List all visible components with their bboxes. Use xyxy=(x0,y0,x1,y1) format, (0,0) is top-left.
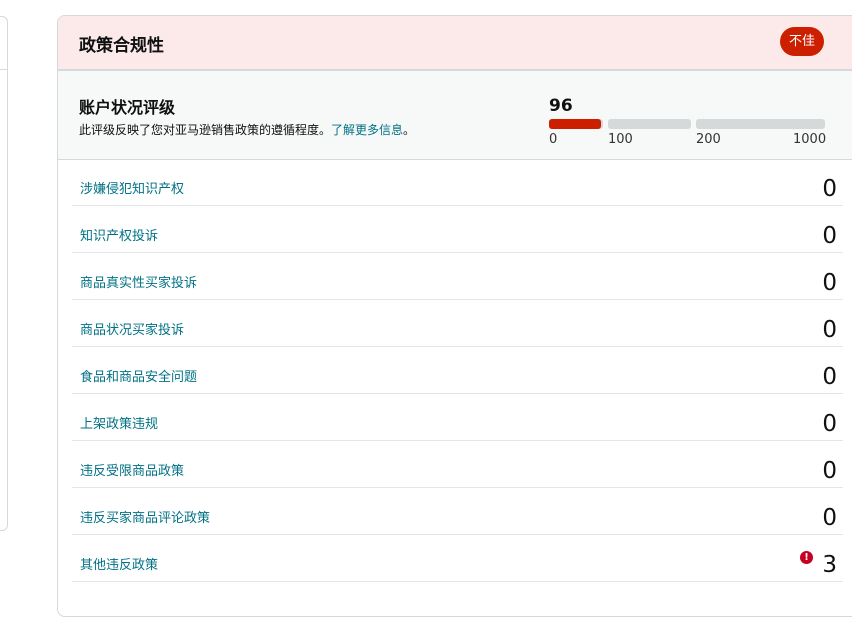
violation-label-link[interactable]: 食品和商品安全问题 xyxy=(80,366,197,385)
status-badge: 不佳 xyxy=(780,27,825,56)
violation-row: 违反受限商品政策 0 xyxy=(72,441,843,488)
violation-row: 商品真实性买家投诉 0 xyxy=(72,253,843,300)
score-tick-1000: 1000 xyxy=(793,132,827,147)
violation-label-link[interactable]: 涉嫌侵犯知识产权 xyxy=(80,178,184,197)
score-bar-fill xyxy=(549,119,601,129)
violation-row: 知识产权投诉 0 xyxy=(72,206,843,253)
rating-description: 此评级反映了您对亚马逊销售政策的遵循程度。了解更多信息。 xyxy=(79,121,415,138)
violation-list: 涉嫌侵犯知识产权 0 知识产权投诉 0 商品真实性买家投诉 0 商品状况买家投诉 0 食品和商品… xyxy=(72,159,843,582)
exclamation-circle-icon: ! xyxy=(800,551,813,564)
learn-more-link[interactable]: 了解更多信息 xyxy=(331,123,403,137)
violation-row: 违反买家商品评论政策 0 xyxy=(72,488,843,535)
rating-title: 账户状况评级 xyxy=(79,98,176,117)
score-bar-segment-bad xyxy=(549,119,603,129)
violation-label-link[interactable]: 其他违反政策 xyxy=(80,554,158,573)
violation-label-link[interactable]: 知识产权投诉 xyxy=(80,225,158,244)
violation-label-link[interactable]: 商品真实性买家投诉 xyxy=(80,272,197,291)
violation-row: 其他违反政策! 3 xyxy=(72,535,843,582)
left-panel xyxy=(0,16,8,531)
score-tick-200: 200 xyxy=(696,132,721,147)
rating-score: 96 xyxy=(549,96,573,116)
policy-compliance-card: 政策合规性 不佳 账户状况评级 此评级反映了您对亚马逊销售政策的遵循程度。了解更… xyxy=(57,15,852,617)
violation-label-link[interactable]: 违反买家商品评论政策 xyxy=(80,507,210,526)
score-tick-100: 100 xyxy=(608,132,633,147)
violation-count: 0 xyxy=(822,364,837,390)
card-header: 政策合规性 不佳 xyxy=(58,16,852,71)
violation-count: 3 xyxy=(822,552,837,578)
violation-row: 食品和商品安全问题 0 xyxy=(72,347,843,394)
violation-label-link[interactable]: 违反受限商品政策 xyxy=(80,460,184,479)
violation-count: 0 xyxy=(822,223,837,249)
violation-label-link[interactable]: 上架政策违规 xyxy=(80,413,158,432)
violation-row: 商品状况买家投诉 0 xyxy=(72,300,843,347)
rating-description-period: 。 xyxy=(403,123,416,137)
violation-label-link[interactable]: 商品状况买家投诉 xyxy=(80,319,184,338)
violation-count: 0 xyxy=(822,505,837,531)
score-bar-segment-fair xyxy=(608,119,691,129)
card-title: 政策合规性 xyxy=(79,36,164,56)
violation-count: 0 xyxy=(822,458,837,484)
account-health-rating: 账户状况评级 此评级反映了您对亚马逊销售政策的遵循程度。了解更多信息。 96 0… xyxy=(58,71,852,160)
violation-count: 0 xyxy=(822,176,837,202)
violation-count: 0 xyxy=(822,317,837,343)
rating-description-text: 此评级反映了您对亚马逊销售政策的遵循程度。 xyxy=(79,123,332,137)
score-tick-0: 0 xyxy=(549,132,558,147)
violation-count: 0 xyxy=(822,411,837,437)
score-bar-segment-healthy xyxy=(696,119,825,129)
violation-row: 涉嫌侵犯知识产权 0 xyxy=(72,159,843,206)
violation-row: 上架政策违规 0 xyxy=(72,394,843,441)
left-panel-divider xyxy=(0,69,7,70)
violation-count: 0 xyxy=(822,270,837,296)
